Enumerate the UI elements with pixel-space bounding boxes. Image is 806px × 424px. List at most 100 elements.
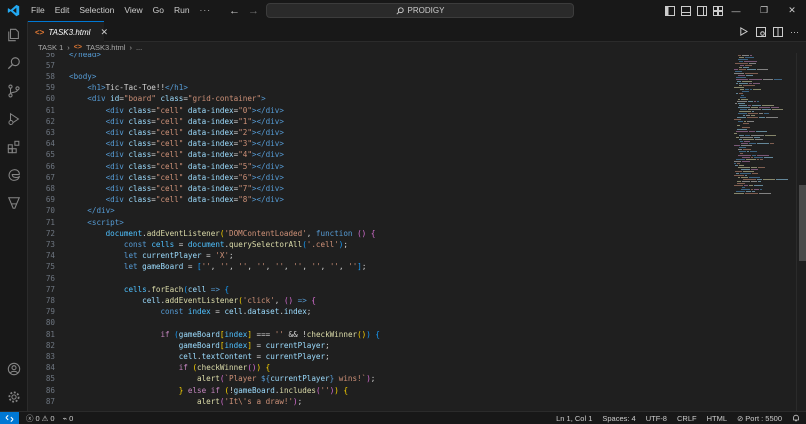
close-window-icon[interactable]: ✕ <box>778 0 806 21</box>
explorer-icon[interactable] <box>0 22 28 48</box>
vertical-scrollbar[interactable] <box>796 53 806 411</box>
code-line[interactable]: 79 const index = cell.dataset.index; <box>28 306 731 317</box>
minimap-line <box>739 69 746 70</box>
code-line[interactable]: 68 <div class="cell" data-index="7"></di… <box>28 183 731 194</box>
menu-edit[interactable]: Edit <box>50 0 75 21</box>
code-line[interactable]: 74 let currentPlayer = 'X'; <box>28 250 731 261</box>
extensions-icon[interactable] <box>0 134 28 160</box>
command-center-search[interactable]: PRODIGY <box>266 3 574 18</box>
breadcrumb-file[interactable]: TASK3.html <box>86 43 125 52</box>
line-number: 61 <box>45 105 55 115</box>
code-line[interactable]: 85 alert(`Player ${currentPlayer} wins!`… <box>28 373 731 384</box>
problems-indicator[interactable]: ⓧ 0 ⚠ 0 <box>26 413 55 424</box>
more-actions-icon[interactable]: ··· <box>789 26 800 37</box>
code-editor[interactable]: 56 </head> 57 58 <body> 59 <h1>Tic-Tac-Toe!!<… <box>28 53 731 411</box>
chevron-right-icon: › <box>129 43 132 52</box>
code-line[interactable]: 58 <body> <box>28 71 731 82</box>
notifications-bell-icon[interactable] <box>792 414 800 424</box>
accounts-icon[interactable] <box>0 356 28 382</box>
code-line[interactable]: 75 let gameBoard = ['', '', '', '', '', … <box>28 261 731 272</box>
minimap-line <box>735 165 738 166</box>
code-token: , <box>320 262 330 272</box>
settings-gear-icon[interactable] <box>0 384 28 410</box>
code-line[interactable]: 67 <div class="cell" data-index="6"></di… <box>28 172 731 183</box>
toggle-primary-sidebar-icon[interactable] <box>664 5 675 16</box>
forward-arrow-icon[interactable]: → <box>248 5 259 17</box>
back-arrow-icon[interactable]: ← <box>229 5 240 17</box>
encoding[interactable]: UTF-8 <box>646 414 667 423</box>
minimap-line <box>738 155 751 156</box>
source-control-icon[interactable] <box>0 78 28 104</box>
code-line[interactable]: 82 gameBoard[index] = currentPlayer; <box>28 340 731 351</box>
menu-more[interactable]: ··· <box>195 0 217 21</box>
code-line[interactable]: 60 <div id="board" class="grid-container… <box>28 93 731 104</box>
search-sidebar-icon[interactable] <box>0 50 28 76</box>
live-server-port[interactable]: ⊘ Port : 5500 <box>737 414 782 423</box>
cursor-position[interactable]: Ln 1, Col 1 <box>556 414 592 423</box>
code-line[interactable]: 63 <div class="cell" data-index="2"></di… <box>28 127 731 138</box>
code-line[interactable]: 56 </head> <box>28 53 731 60</box>
code-line[interactable]: 84 if (checkWinner()) { <box>28 362 731 373</box>
code-line[interactable]: 59 <h1>Tic-Tac-Toe!!</h1> <box>28 82 731 93</box>
minimap-line <box>740 89 744 90</box>
toggle-panel-icon[interactable] <box>680 5 691 16</box>
code-line[interactable]: 66 <div class="cell" data-index="5"></di… <box>28 161 731 172</box>
menu-file[interactable]: File <box>26 0 50 21</box>
code-line[interactable]: 57 <box>28 60 731 71</box>
code-line[interactable]: 86 } else if (!gameBoard.includes('')) { <box>28 385 731 396</box>
breadcrumb-symbol[interactable]: ... <box>136 43 142 52</box>
code-line[interactable]: 76 <box>28 273 731 284</box>
end-of-line[interactable]: CRLF <box>677 414 697 423</box>
edge-devtools-icon[interactable] <box>0 162 28 188</box>
remote-indicator-icon[interactable] <box>0 411 19 424</box>
menu-run[interactable]: Run <box>169 0 195 21</box>
minimap[interactable] <box>731 53 796 411</box>
menu-selection[interactable]: Selection <box>74 0 119 21</box>
code-line[interactable]: 61 <div class="cell" data-index="0"></di… <box>28 105 731 116</box>
code-line[interactable]: 70 </div> <box>28 205 731 216</box>
code-line[interactable]: 87 alert('It\'s a draw!'); <box>28 396 731 407</box>
code-line[interactable]: 72 document.addEventListener('DOMContent… <box>28 228 731 239</box>
scrollbar-thumb[interactable] <box>799 185 806 261</box>
code-line[interactable]: 65 <div class="cell" data-index="4"></di… <box>28 149 731 160</box>
code-line[interactable]: 78 cell.addEventListener('click', () => … <box>28 295 731 306</box>
language-mode[interactable]: HTML <box>707 414 727 423</box>
run-file-icon[interactable] <box>738 26 749 37</box>
port-label: Port : 5500 <box>745 414 782 423</box>
code-line[interactable]: 83 cell.textContent = currentPlayer; <box>28 351 731 362</box>
code-token: , <box>210 262 220 272</box>
warning-icon: ⚠ <box>41 413 49 423</box>
code-line[interactable]: 69 <div class="cell" data-index="8"></di… <box>28 194 731 205</box>
minimap-line <box>745 57 754 58</box>
code-token: data-index <box>187 172 234 182</box>
minimize-icon[interactable]: — <box>722 0 750 21</box>
code-line[interactable]: 62 <div class="cell" data-index="1"></di… <box>28 116 731 127</box>
tab-task3-html[interactable]: <> TASK3.html ✕ <box>28 21 108 42</box>
remote-explorer-icon[interactable] <box>0 190 28 216</box>
run-debug-icon[interactable] <box>0 106 28 132</box>
minimap-line <box>759 107 770 108</box>
code-line[interactable]: 77 cells.forEach(cell => { <box>28 284 731 295</box>
restore-icon[interactable]: ❐ <box>750 0 778 21</box>
code-token: "cell" <box>155 195 184 205</box>
split-editor-icon[interactable] <box>772 26 783 37</box>
menu-go[interactable]: Go <box>148 0 169 21</box>
code-line[interactable]: 81 if (gameBoard[index] === '' && !check… <box>28 329 731 340</box>
minimap-line <box>750 151 757 152</box>
minimap-line <box>764 157 773 158</box>
indentation[interactable]: Spaces: 4 <box>602 414 635 423</box>
ports-indicator[interactable]: ⌁ 0 <box>63 414 74 423</box>
code-token: class <box>128 150 152 160</box>
breadcrumb-folder[interactable]: TASK 1 <box>38 43 63 52</box>
toggle-secondary-sidebar-icon[interactable] <box>696 5 707 16</box>
menu-view[interactable]: View <box>119 0 147 21</box>
vscode-window: File Edit Selection View Go Run ··· ← → … <box>0 0 806 424</box>
code-line[interactable]: 64 <div class="cell" data-index="3"></di… <box>28 138 731 149</box>
code-line[interactable]: 80 <box>28 317 731 328</box>
code-line[interactable]: 73 const cells = document.querySelectorA… <box>28 239 731 250</box>
code-line[interactable]: 71 <script> <box>28 217 731 228</box>
line-number: 87 <box>45 396 55 406</box>
close-tab-icon[interactable]: ✕ <box>100 27 108 38</box>
open-preview-icon[interactable] <box>755 26 766 37</box>
